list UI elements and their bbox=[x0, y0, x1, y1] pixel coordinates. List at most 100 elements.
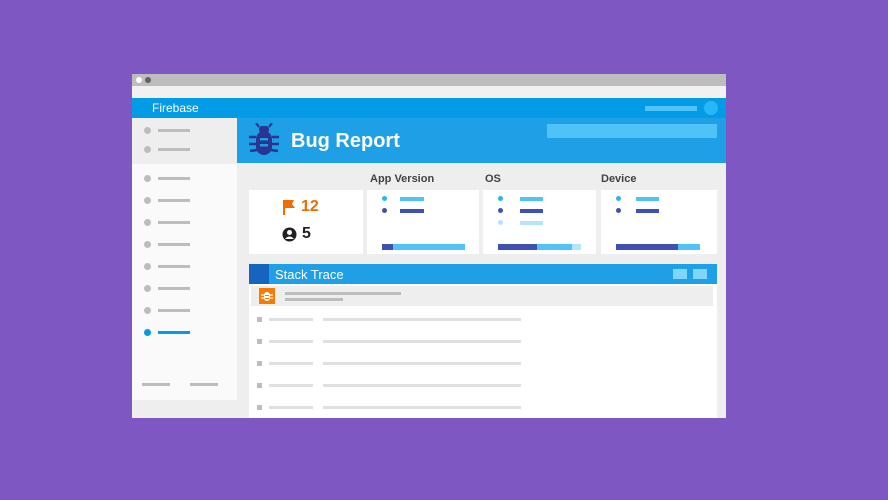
window-close-dot[interactable] bbox=[136, 77, 142, 83]
row-text-placeholder bbox=[269, 362, 313, 365]
legend-dot bbox=[382, 196, 387, 201]
app-version-card bbox=[367, 190, 479, 254]
user-count: 5 bbox=[302, 225, 311, 242]
row-text-placeholder bbox=[323, 362, 521, 365]
sidebar-item-dot bbox=[144, 219, 151, 226]
window-minimize-dot[interactable] bbox=[145, 77, 151, 83]
user-icon bbox=[282, 227, 297, 242]
sidebar-item[interactable] bbox=[132, 195, 237, 207]
sidebar-item-label-placeholder bbox=[158, 199, 190, 202]
sidebar-item-active[interactable] bbox=[132, 327, 237, 339]
stack-trace-header: Stack Trace bbox=[249, 264, 717, 284]
sidebar-footer-placeholder bbox=[142, 383, 170, 386]
sidebar-item[interactable] bbox=[132, 305, 237, 317]
row-text-placeholder bbox=[269, 340, 313, 343]
row-marker bbox=[257, 317, 262, 322]
legend-dot bbox=[616, 208, 621, 213]
sidebar-item-label-placeholder bbox=[158, 265, 190, 268]
row-marker bbox=[257, 361, 262, 366]
header-search-box[interactable] bbox=[547, 124, 717, 138]
sidebar-item[interactable] bbox=[132, 217, 237, 229]
legend-line bbox=[636, 209, 659, 213]
sidebar-item-label-placeholder bbox=[158, 287, 190, 290]
legend-line bbox=[520, 197, 543, 201]
sidebar-item[interactable] bbox=[132, 125, 237, 137]
sidebar-item-dot bbox=[144, 285, 151, 292]
column-label-device: Device bbox=[601, 173, 637, 185]
legend-dot bbox=[498, 220, 503, 225]
account-avatar[interactable] bbox=[704, 101, 718, 115]
legend-line bbox=[400, 209, 424, 213]
window-chrome-bar bbox=[132, 74, 726, 86]
sidebar-item-label-placeholder bbox=[158, 331, 190, 334]
sidebar-item-label-placeholder bbox=[158, 129, 190, 132]
sidebar-item[interactable] bbox=[132, 144, 237, 156]
stack-trace-accent bbox=[249, 264, 269, 284]
stack-trace-row[interactable] bbox=[249, 314, 717, 324]
sidebar-item-dot bbox=[144, 307, 151, 314]
sidebar-item-dot bbox=[144, 329, 151, 336]
page-title: Bug Report bbox=[291, 130, 400, 152]
column-label-os: OS bbox=[485, 173, 501, 185]
legend-dot bbox=[382, 208, 387, 213]
sidebar-item-label-placeholder bbox=[158, 243, 190, 246]
sidebar-item-dot bbox=[144, 127, 151, 134]
stack-trace-row[interactable] bbox=[249, 358, 717, 368]
sidebar-item-dot bbox=[144, 241, 151, 248]
legend-line bbox=[400, 197, 424, 201]
distribution-bar-segment bbox=[678, 244, 700, 250]
brand-name: Firebase bbox=[152, 101, 199, 115]
sidebar-item-dot bbox=[144, 197, 151, 204]
top-app-bar: Firebase bbox=[132, 98, 726, 118]
row-marker bbox=[257, 405, 262, 410]
legend-dot bbox=[616, 196, 621, 201]
distribution-bar-segment bbox=[537, 244, 572, 250]
sidebar-item-dot bbox=[144, 263, 151, 270]
legend-dot bbox=[498, 208, 503, 213]
sidebar-item-dot bbox=[144, 146, 151, 153]
device-card bbox=[601, 190, 717, 254]
stack-trace-highlighted-row[interactable] bbox=[251, 286, 713, 306]
stack-trace-row[interactable] bbox=[249, 380, 717, 390]
legend-dot bbox=[498, 196, 503, 201]
summary-card: 12 5 bbox=[249, 190, 363, 254]
stack-trace-row[interactable] bbox=[249, 336, 717, 346]
column-label-app-version: App Version bbox=[370, 173, 435, 185]
row-text-placeholder bbox=[323, 318, 521, 321]
row-text-placeholder bbox=[269, 384, 313, 387]
stack-trace-action-button[interactable] bbox=[693, 269, 707, 279]
sidebar-item-label-placeholder bbox=[158, 309, 190, 312]
row-text-placeholder bbox=[269, 406, 313, 409]
stack-trace-row[interactable] bbox=[249, 402, 717, 412]
stack-trace-panel: Stack Trace bbox=[249, 264, 717, 418]
app-window: Firebase Bug Report App Version OS Devic… bbox=[132, 74, 726, 418]
row-marker bbox=[257, 383, 262, 388]
sidebar-item[interactable] bbox=[132, 239, 237, 251]
legend-line bbox=[520, 209, 543, 213]
crash-count: 12 bbox=[301, 198, 319, 215]
sidebar-item-label-placeholder bbox=[158, 148, 190, 151]
sidebar-item[interactable] bbox=[132, 283, 237, 295]
distribution-bar-segment bbox=[572, 244, 581, 250]
sidebar-item[interactable] bbox=[132, 173, 237, 185]
sidebar bbox=[132, 118, 237, 418]
legend-line bbox=[520, 221, 543, 225]
sidebar-header-block bbox=[132, 118, 237, 164]
stack-trace-action-button[interactable] bbox=[673, 269, 687, 279]
main-content: Bug Report App Version OS Device 12 5 St… bbox=[237, 118, 726, 418]
sidebar-item[interactable] bbox=[132, 261, 237, 273]
sidebar-footer-placeholder bbox=[190, 383, 218, 386]
row-marker bbox=[257, 339, 262, 344]
row-text-placeholder bbox=[323, 384, 521, 387]
sidebar-item-dot bbox=[144, 175, 151, 182]
flag-icon bbox=[283, 200, 295, 215]
distribution-bar-segment bbox=[382, 244, 393, 250]
stack-trace-title: Stack Trace bbox=[275, 267, 344, 282]
sidebar-item-label-placeholder bbox=[158, 177, 190, 180]
address-strip bbox=[132, 86, 726, 98]
row-text-placeholder bbox=[269, 318, 313, 321]
page-header: Bug Report bbox=[237, 118, 726, 163]
bug-icon bbox=[259, 288, 275, 304]
distribution-bar-segment bbox=[393, 244, 465, 250]
stack-trace-text-placeholder bbox=[285, 292, 401, 295]
